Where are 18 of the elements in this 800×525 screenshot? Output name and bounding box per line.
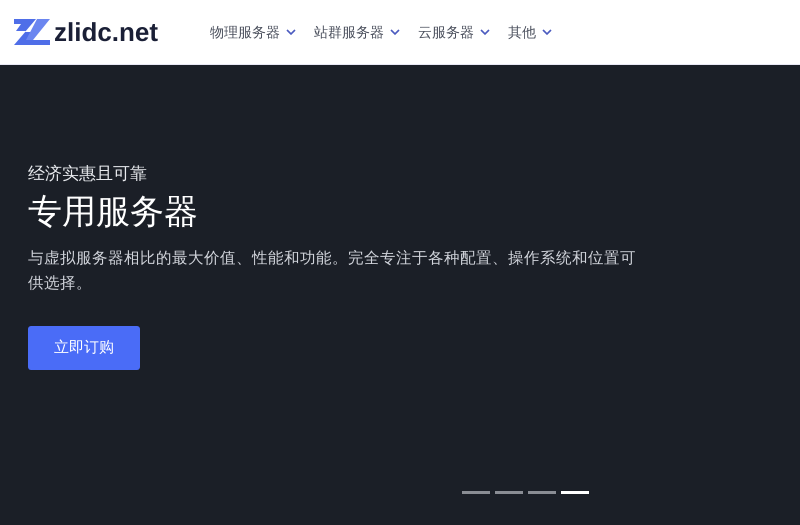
- logo-icon: [14, 19, 50, 45]
- chevron-down-icon: [542, 28, 552, 36]
- slide-indicator[interactable]: [528, 491, 556, 494]
- hero-eyebrow: 经济实惠且可靠: [28, 163, 148, 185]
- nav-menu-item[interactable]: 其他: [506, 22, 554, 42]
- nav-menu-item[interactable]: 云服务器: [416, 22, 492, 42]
- chevron-down-icon: [390, 28, 400, 36]
- slide-indicator[interactable]: [495, 491, 523, 494]
- nav-menu-item[interactable]: 站群服务器: [312, 22, 402, 42]
- nav-menu-item[interactable]: 物理服务器: [208, 22, 298, 42]
- slide-indicator[interactable]: [462, 491, 490, 494]
- site-logo[interactable]: zlidc.net: [14, 19, 158, 45]
- hero-title: 专用服务器: [28, 192, 199, 233]
- slide-indicator[interactable]: [561, 491, 589, 494]
- hero-description: 与虚拟服务器相比的最大价值、性能和功能。完全专注于各种配置、操作系统和位置可供选择。: [28, 249, 637, 294]
- chevron-down-icon: [480, 28, 490, 36]
- order-now-button[interactable]: 立即订购: [28, 326, 140, 370]
- chevron-down-icon: [286, 28, 296, 36]
